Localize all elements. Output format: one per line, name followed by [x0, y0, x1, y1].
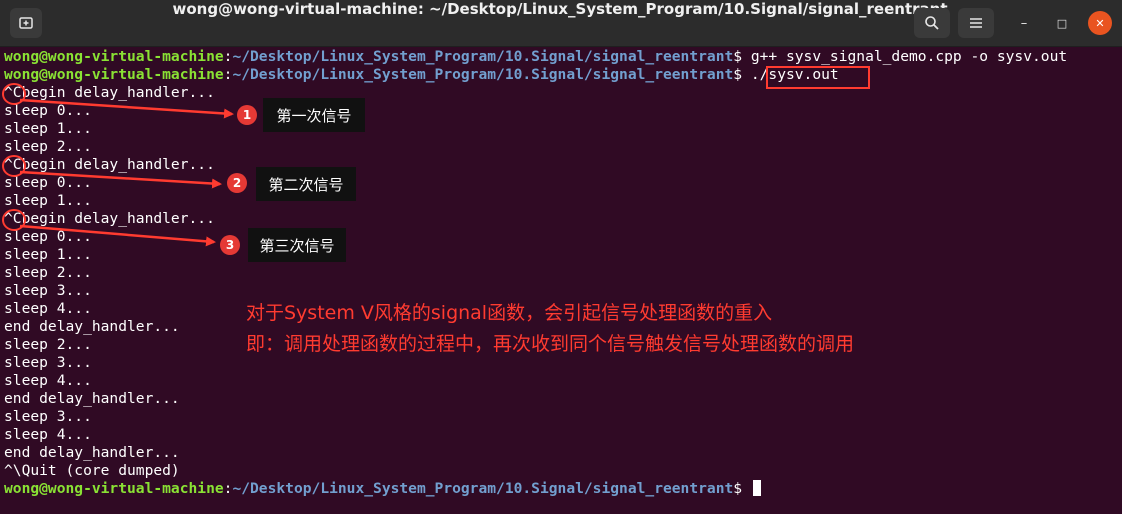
terminal-output[interactable]: wong@wong-virtual-machine:~/Desktop/Linu… — [4, 48, 1118, 498]
annotation-number-2: 2 — [227, 173, 247, 193]
search-button[interactable] — [914, 8, 950, 38]
minimize-button[interactable]: – — [1012, 11, 1036, 35]
annotation-number-1: 1 — [237, 105, 257, 125]
new-tab-icon — [19, 17, 33, 29]
prompt-path: ~/Desktop/Linux_System_Program/10.Signal… — [232, 480, 734, 497]
output-line: sleep 0... — [4, 102, 92, 119]
output-line: sleep 0... — [4, 228, 92, 245]
output-line: sleep 2... — [4, 138, 92, 155]
output-line: ^\Quit (core dumped) — [4, 462, 180, 479]
title-bar: wong@wong-virtual-machine: ~/Desktop/Lin… — [0, 0, 1122, 47]
prompt-user-host: wong@wong-virtual-machine — [4, 48, 224, 65]
menu-button[interactable] — [958, 8, 994, 38]
output-line: sleep 1... — [4, 246, 92, 263]
new-tab-button[interactable] — [10, 8, 42, 38]
output-line: sleep 1... — [4, 120, 92, 137]
maximize-button[interactable]: □ — [1050, 11, 1074, 35]
close-button[interactable]: ✕ — [1088, 11, 1112, 35]
annotation-label-1: 第一次信号 — [263, 98, 365, 132]
output-line: sleep 0... — [4, 174, 92, 191]
output-line: end delay_handler... — [4, 390, 180, 407]
output-line: sleep 3... — [4, 354, 92, 371]
output-line: sleep 1... — [4, 192, 92, 209]
prompt-path: ~/Desktop/Linux_System_Program/10.Signal… — [232, 66, 734, 83]
command-text: g++ sysv_signal_demo.cpp -o sysv.out — [750, 48, 1068, 65]
prompt-path: ~/Desktop/Linux_System_Program/10.Signal… — [232, 48, 734, 65]
output-line: ^Cbegin delay_handler... — [4, 84, 215, 101]
terminal-line: wong@wong-virtual-machine:~/Desktop/Linu… — [4, 48, 1068, 65]
text-cursor — [752, 480, 761, 496]
output-line: sleep 2... — [4, 264, 92, 281]
search-icon — [925, 16, 939, 30]
terminal-line: wong@wong-virtual-machine:~/Desktop/Linu… — [4, 66, 839, 83]
output-line: sleep 4... — [4, 372, 92, 389]
terminal-line: wong@wong-virtual-machine:~/Desktop/Linu… — [4, 480, 1118, 498]
hamburger-menu-icon — [970, 18, 982, 28]
command-text: ./sysv.out — [750, 66, 839, 83]
prompt-user-host: wong@wong-virtual-machine — [4, 480, 224, 497]
output-line: end delay_handler... — [4, 444, 180, 461]
prompt-user-host: wong@wong-virtual-machine — [4, 66, 224, 83]
annotation-label-2: 第二次信号 — [256, 167, 356, 201]
window-title: wong@wong-virtual-machine: ~/Desktop/Lin… — [172, 0, 948, 18]
annotation-number-3: 3 — [220, 235, 240, 255]
output-line: sleep 3... — [4, 408, 92, 425]
output-line: ^Cbegin delay_handler... — [4, 210, 215, 227]
annotation-note-line-1: 对于System V风格的signal函数，会引起信号处理函数的重入 — [246, 302, 773, 324]
annotation-label-3: 第三次信号 — [248, 228, 346, 262]
annotation-note-line-2: 即：调用处理函数的过程中，再次收到同个信号触发信号处理函数的调用 — [246, 333, 855, 355]
output-line: sleep 4... — [4, 426, 92, 443]
output-line: ^Cbegin delay_handler... — [4, 156, 215, 173]
